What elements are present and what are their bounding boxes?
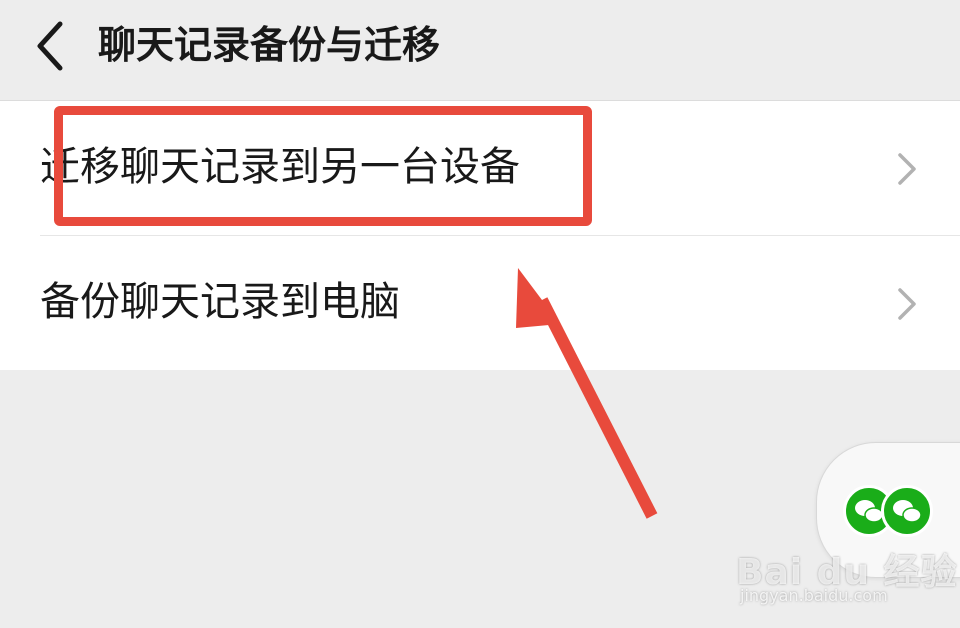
- wechat-icon: [881, 485, 933, 537]
- page-title: 聊天记录备份与迁移: [98, 23, 441, 67]
- watermark-url: jingyan.baidu.com: [740, 586, 888, 605]
- arrow-annotation-icon: [516, 268, 658, 519]
- menu-item-label: 备份聊天记录到电脑: [40, 279, 400, 325]
- chevron-left-icon: [37, 21, 63, 71]
- chevron-right-icon: [898, 153, 916, 185]
- chevron-right-icon: [898, 288, 916, 320]
- top-bar: 聊天记录备份与迁移: [0, 0, 960, 101]
- back-button[interactable]: [24, 16, 84, 76]
- highlight-annotation-box: [54, 106, 592, 226]
